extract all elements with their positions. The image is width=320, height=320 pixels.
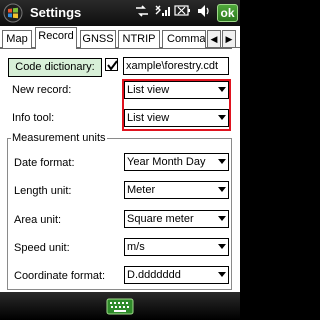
chevron-down-icon xyxy=(218,244,226,249)
code-dictionary-path-field[interactable]: xample\forestry.cdt xyxy=(123,57,229,75)
length-unit-value: Meter xyxy=(127,184,156,196)
tab-scroll-right-icon[interactable]: ▶ xyxy=(222,30,236,48)
coordinate-format-select[interactable]: D.ddddddd xyxy=(124,266,229,284)
chevron-down-icon xyxy=(218,216,226,221)
date-format-label: Date format: xyxy=(14,157,75,169)
date-format-select[interactable]: Year Month Day xyxy=(124,153,229,171)
tab-commands[interactable]: Commar xyxy=(162,30,206,48)
checkmark-icon xyxy=(107,60,118,71)
battery-icon[interactable] xyxy=(174,4,192,18)
code-dictionary-button[interactable]: Code dictionary: xyxy=(8,58,102,77)
tab-ntrip[interactable]: NTRIP xyxy=(118,30,160,48)
coordinate-format-label: Coordinate format: xyxy=(14,270,106,282)
title-bar: Settings ok xyxy=(0,0,240,26)
area-unit-select[interactable]: Square meter xyxy=(124,210,229,228)
area-unit-label: Area unit: xyxy=(14,214,62,226)
chevron-down-icon xyxy=(218,187,226,192)
date-format-value: Year Month Day xyxy=(127,156,206,168)
tab-map[interactable]: Map xyxy=(2,30,32,48)
speed-unit-select[interactable]: m/s xyxy=(124,238,229,256)
volume-icon[interactable] xyxy=(196,4,212,18)
tab-record[interactable]: Record xyxy=(35,27,77,49)
windows-start-icon[interactable] xyxy=(3,3,23,23)
coordinate-format-value: D.ddddddd xyxy=(127,269,181,281)
length-unit-label: Length unit: xyxy=(14,185,72,197)
code-dictionary-checkbox[interactable] xyxy=(105,58,118,71)
signal-icon[interactable] xyxy=(154,4,170,18)
tab-bar: Map Record GNSS NTRIP Commar ◀ ▶ xyxy=(0,26,240,49)
scrollbar[interactable] xyxy=(232,48,240,292)
keyboard-icon[interactable] xyxy=(106,298,134,315)
tab-scroll-left-icon[interactable]: ◀ xyxy=(207,30,221,48)
length-unit-select[interactable]: Meter xyxy=(124,181,229,199)
chevron-down-icon xyxy=(218,159,226,164)
new-record-label: New record: xyxy=(12,84,72,96)
highlight-box xyxy=(122,79,231,131)
ok-button[interactable]: ok xyxy=(217,4,238,22)
measurement-units-title: Measurement units xyxy=(11,132,107,144)
tab-gnss[interactable]: GNSS xyxy=(80,30,116,48)
status-icons xyxy=(134,4,212,18)
area-unit-value: Square meter xyxy=(127,213,194,225)
speed-unit-value: m/s xyxy=(127,241,145,253)
window-title: Settings xyxy=(30,5,82,20)
speed-unit-label: Speed unit: xyxy=(14,242,70,254)
info-tool-label: Info tool: xyxy=(12,112,55,124)
connectivity-icon[interactable] xyxy=(134,4,150,18)
chevron-down-icon xyxy=(218,272,226,277)
